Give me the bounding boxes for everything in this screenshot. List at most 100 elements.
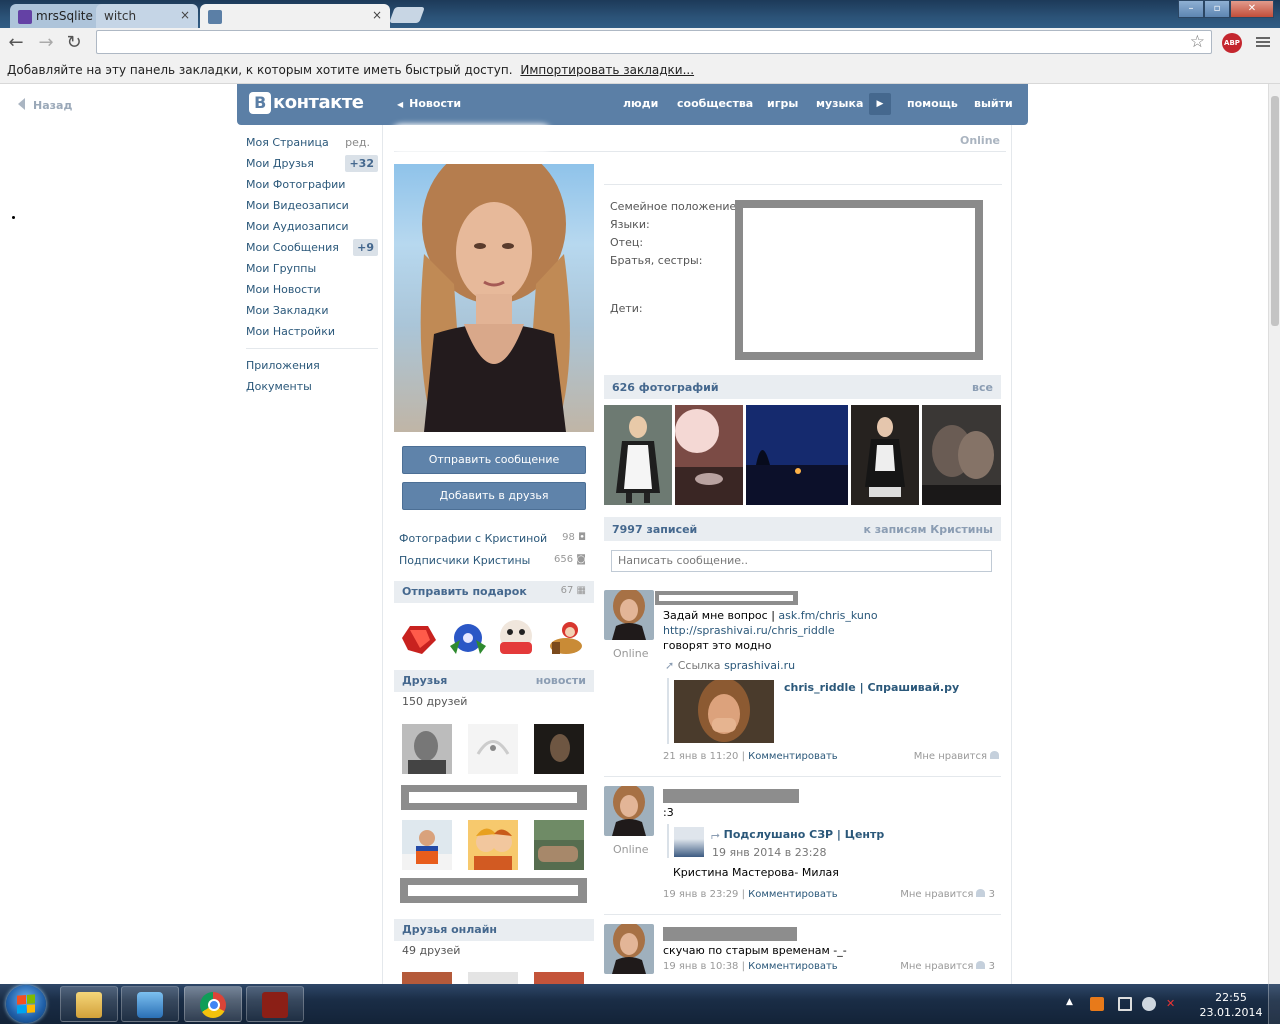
tab-vk[interactable]: × [200, 4, 390, 28]
close-window-button[interactable]: ✕ [1230, 0, 1274, 18]
like-button[interactable]: Мне нравится 3 [900, 889, 995, 900]
nav-games[interactable]: игры [767, 97, 798, 110]
friend-photo[interactable] [402, 972, 452, 984]
profile-avatar[interactable] [394, 164, 594, 432]
menu-my-settings[interactable]: Мои Настройки [246, 321, 378, 342]
friends-news-link[interactable]: новости [536, 674, 586, 687]
photo-thumb[interactable] [922, 405, 1001, 505]
followers-link[interactable]: Подписчики Кристины 656 ◙ [399, 554, 586, 567]
menu-my-audio[interactable]: Мои Аудиозаписи [246, 216, 378, 237]
photo-thumb[interactable] [746, 405, 848, 505]
attachment-title[interactable]: chris_riddle | Спрашивай.ру [784, 681, 959, 694]
taskbar-clock[interactable]: 22:55 23.01.2014 [1196, 990, 1266, 1020]
play-icon[interactable]: ▶ [869, 93, 891, 115]
menu-apps[interactable]: Приложения [246, 355, 378, 376]
taskbar-explorer[interactable] [60, 986, 118, 1022]
photo-thumb[interactable] [675, 405, 743, 505]
taskbar-chrome[interactable] [184, 986, 242, 1022]
nav-help[interactable]: помощь [907, 97, 958, 110]
photos-with-link[interactable]: Фотографии с Кристиной 98 ◘ [399, 532, 586, 545]
comment-link[interactable]: Комментировать [748, 751, 838, 762]
tray-app-icon[interactable] [1090, 997, 1104, 1011]
menu-my-news[interactable]: Мои Новости [246, 279, 378, 300]
network-error-icon[interactable]: ✕ [1166, 997, 1180, 1011]
minimize-button[interactable]: – [1178, 0, 1204, 18]
steam-icon[interactable] [1142, 997, 1156, 1011]
edit-link[interactable]: ред. [345, 132, 370, 153]
post-date[interactable]: 21 янв в 11:20 [663, 751, 738, 762]
nav-people[interactable]: люди [623, 97, 658, 110]
wall-header[interactable]: 7997 записей к записям Кристины [604, 517, 1001, 541]
tab-twitch[interactable]: mrsSqlite - [10, 4, 110, 28]
address-bar[interactable]: ☆ [96, 30, 1212, 54]
sprashivai-link[interactable]: http://sprashivai.ru/chris_riddle [663, 624, 835, 637]
friends-header[interactable]: Друзья новости [394, 670, 594, 692]
repost-title-row[interactable]: ⮣ Подслушано СЗР | Центр [711, 828, 884, 842]
back-arrow-icon[interactable]: ← [6, 33, 26, 53]
friend-photo[interactable] [402, 724, 452, 774]
taskbar-media-player[interactable] [121, 986, 179, 1022]
gift-flower[interactable] [446, 616, 490, 660]
menu-my-groups[interactable]: Мои Группы [246, 258, 378, 279]
comment-link[interactable]: Комментировать [748, 889, 838, 900]
friends-online-header[interactable]: Друзья онлайн [394, 919, 594, 941]
menu-my-page[interactable]: Моя Страница ред. [246, 132, 378, 153]
vk-logo[interactable]: Вконтакте [249, 92, 364, 114]
page-scrollbar[interactable] [1268, 84, 1280, 984]
nav-music[interactable]: музыка [816, 97, 863, 110]
friend-photo[interactable] [468, 972, 518, 984]
bookmark-star-icon[interactable]: ☆ [1190, 32, 1205, 52]
friend-photo[interactable] [534, 724, 584, 774]
menu-my-messages[interactable]: Мои Сообщения +9 [246, 237, 378, 258]
post-date[interactable]: 19 янв в 10:38 [663, 961, 738, 972]
menu-my-videos[interactable]: Мои Видеозаписи [246, 195, 378, 216]
reload-icon[interactable]: ↻ [64, 33, 84, 53]
wall-post-input[interactable]: Написать сообщение.. [611, 550, 992, 572]
attachment-image[interactable] [674, 680, 774, 743]
back-link[interactable]: Назад [18, 98, 72, 112]
forward-arrow-icon[interactable]: → [36, 33, 56, 53]
adblock-icon[interactable]: ABP [1222, 33, 1242, 53]
nav-communities[interactable]: сообщества [677, 97, 753, 110]
menu-my-photos[interactable]: Мои Фотографии [246, 174, 378, 195]
photo-thumb[interactable] [604, 405, 672, 505]
link-domain[interactable]: sprashivai.ru [724, 659, 795, 672]
like-button[interactable]: Мне нравится [914, 751, 999, 762]
news-link[interactable]: ◀ Новости [397, 97, 461, 110]
friend-photo[interactable] [534, 820, 584, 870]
close-icon[interactable]: × [372, 8, 382, 22]
friend-photo[interactable] [468, 724, 518, 774]
menu-icon[interactable] [1256, 35, 1270, 49]
comment-link[interactable]: Комментировать [748, 961, 838, 972]
gift-sticker[interactable] [494, 616, 538, 660]
wall-link[interactable]: к записям Кристины [863, 523, 993, 536]
menu-documents[interactable]: Документы [246, 376, 378, 397]
menu-my-bookmarks[interactable]: Мои Закладки [246, 300, 378, 321]
repost-date[interactable]: 19 янв 2014 в 23:28 [712, 846, 826, 859]
post-avatar[interactable] [604, 786, 654, 836]
photos-all-link[interactable]: все [972, 381, 993, 394]
post-date[interactable]: 19 янв в 23:29 [663, 889, 738, 900]
maximize-button[interactable]: ▫ [1204, 0, 1230, 18]
show-desktop-button[interactable] [1268, 984, 1280, 1024]
menu-my-friends[interactable]: Мои Друзья +32 [246, 153, 378, 174]
start-button[interactable] [6, 985, 46, 1023]
tab-witch[interactable]: witch × [96, 4, 198, 28]
post-avatar[interactable] [604, 924, 654, 974]
repost-group-avatar[interactable] [674, 827, 704, 857]
taskbar-dota[interactable] [246, 986, 304, 1022]
photo-thumb[interactable] [851, 405, 919, 505]
post-avatar[interactable] [604, 590, 654, 640]
like-button[interactable]: Мне нравится 3 [900, 961, 995, 972]
scrollbar-thumb[interactable] [1271, 96, 1279, 326]
friend-photo[interactable] [468, 820, 518, 870]
new-tab-button[interactable] [389, 7, 425, 23]
nav-logout[interactable]: выйти [974, 97, 1013, 110]
gifts-header[interactable]: Отправить подарок 67 ▦ [394, 581, 594, 603]
send-message-button[interactable]: Отправить сообщение [402, 446, 586, 474]
friend-photo[interactable] [402, 820, 452, 870]
add-friend-button[interactable]: Добавить в друзья [402, 482, 586, 510]
tray-expand-icon[interactable]: ▲ [1066, 997, 1080, 1011]
ask-fm-link[interactable]: ask.fm/chris_kuno [778, 609, 877, 622]
gift-ruby[interactable] [396, 616, 440, 660]
